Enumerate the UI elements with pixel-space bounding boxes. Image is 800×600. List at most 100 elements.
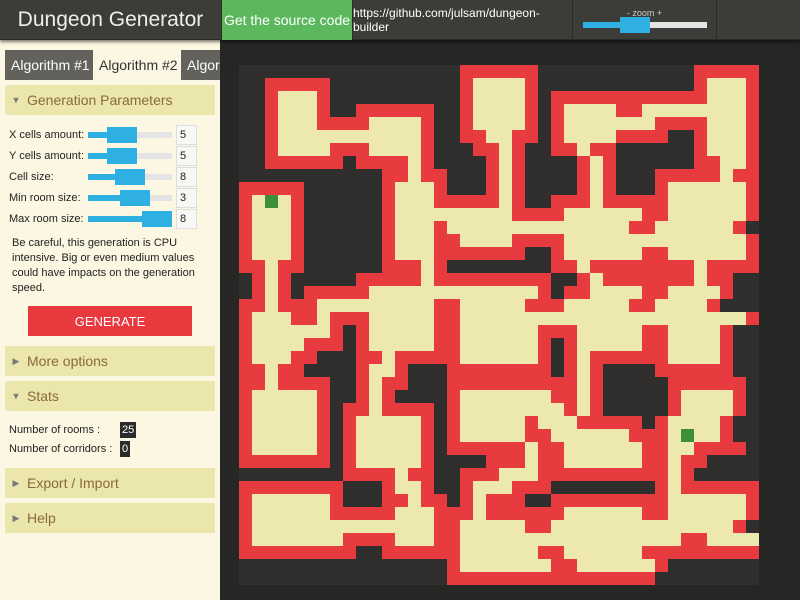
wall-tile: [642, 208, 668, 221]
tab-algorithm-3[interactable]: Algorithm #3: [181, 50, 220, 80]
wall-tile: [720, 416, 733, 429]
wall-tile: [239, 416, 252, 429]
floor-tile: [252, 494, 330, 507]
floor-tile: [655, 299, 707, 312]
caret-down-icon: ▼: [11, 95, 21, 105]
wall-tile: [525, 91, 538, 104]
wall-tile: [304, 286, 369, 299]
floor-tile: [499, 143, 512, 156]
map-viewport[interactable]: [220, 40, 800, 600]
tab-algorithm-2[interactable]: Algorithm #2: [93, 50, 180, 80]
help-header[interactable]: ▶ Help: [5, 503, 215, 533]
param-slider-handle[interactable]: [120, 190, 151, 206]
wall-tile: [330, 325, 343, 338]
floor-tile: [668, 468, 681, 481]
param-value-input[interactable]: 5: [176, 125, 197, 145]
zoom-slider[interactable]: [582, 17, 707, 33]
floor-tile: [447, 221, 629, 234]
floor-tile: [590, 156, 603, 169]
wall-tile: [694, 65, 759, 78]
wall-tile: [239, 325, 252, 338]
param-slider-handle[interactable]: [142, 211, 172, 227]
param-slider[interactable]: [88, 169, 172, 185]
wall-tile: [356, 364, 369, 377]
param-value-input[interactable]: 8: [176, 167, 197, 187]
wall-tile: [421, 442, 434, 455]
floor-tile: [473, 104, 525, 117]
export-import-header[interactable]: ▶ Export / Import: [5, 468, 215, 498]
wall-tile: [538, 468, 668, 481]
wall-tile: [642, 286, 668, 299]
floor-tile: [577, 143, 590, 156]
wall-tile: [681, 455, 707, 468]
generate-button[interactable]: GENERATE: [28, 306, 192, 336]
param-value-input[interactable]: 5: [176, 146, 197, 166]
wall-tile: [538, 546, 564, 559]
generation-parameters-header[interactable]: ▼ Generation Parameters: [5, 85, 215, 115]
param-value-input[interactable]: 3: [176, 188, 197, 208]
wall-tile: [317, 442, 330, 455]
wall-tile: [512, 130, 538, 143]
wall-tile: [317, 416, 330, 429]
floor-tile: [668, 429, 681, 442]
param-slider[interactable]: [88, 148, 172, 164]
wall-tile: [551, 390, 577, 403]
wall-tile: [564, 403, 577, 416]
wall-tile: [746, 91, 759, 104]
repo-url-link[interactable]: https://github.com/julsam/dungeon-builde…: [353, 0, 573, 40]
param-slider[interactable]: [88, 190, 172, 206]
marker-tile: [265, 195, 278, 208]
floor-tile: [265, 299, 278, 312]
wall-tile: [265, 104, 278, 117]
wall-tile: [538, 286, 551, 299]
wall-tile: [681, 468, 694, 481]
wall-tile: [265, 91, 278, 104]
wall-tile: [486, 455, 525, 468]
wall-tile: [512, 156, 525, 169]
zoom-slider-handle[interactable]: [620, 17, 651, 33]
param-slider-handle[interactable]: [106, 148, 137, 164]
wall-tile: [525, 520, 551, 533]
param-slider[interactable]: [88, 211, 172, 227]
wall-tile: [356, 338, 369, 351]
wall-tile: [382, 234, 395, 247]
wall-tile: [733, 403, 746, 416]
wall-tile: [551, 104, 564, 117]
wall-tile: [343, 455, 356, 468]
wall-tile: [564, 351, 577, 364]
wall-tile: [603, 195, 668, 208]
param-slider[interactable]: [88, 127, 172, 143]
floor-tile: [421, 273, 434, 286]
tab-algorithm-1[interactable]: Algorithm #1: [5, 50, 93, 80]
wall-tile: [382, 390, 395, 403]
wall-tile: [434, 338, 460, 351]
floor-tile: [252, 195, 265, 208]
more-options-header[interactable]: ▶ More options: [5, 346, 215, 376]
wall-tile: [317, 403, 330, 416]
wall-tile: [460, 117, 473, 130]
stats-header[interactable]: ▼ Stats: [5, 381, 215, 411]
wall-tile: [720, 351, 733, 364]
floor-tile: [707, 117, 746, 130]
sidebar: Algorithm #1 Algorithm #2 Algorithm #3 ▼…: [0, 40, 220, 600]
param-slider-handle[interactable]: [115, 169, 145, 185]
wall-tile: [330, 143, 369, 156]
wall-tile: [382, 546, 460, 559]
param-slider-handle[interactable]: [106, 127, 137, 143]
floor-tile: [252, 533, 343, 546]
floor-tile: [577, 390, 590, 403]
floor-tile: [421, 260, 434, 273]
wall-tile: [239, 390, 252, 403]
wall-tile: [356, 273, 421, 286]
floor-tile: [590, 286, 642, 299]
param-value-input[interactable]: 8: [176, 209, 197, 229]
wall-tile: [265, 156, 343, 169]
wall-tile: [434, 195, 499, 208]
wall-tile: [655, 169, 720, 182]
wall-tile: [746, 182, 759, 195]
wall-tile: [642, 442, 668, 455]
floor-tile: [356, 455, 421, 468]
floor-tile: [590, 169, 603, 182]
source-code-button[interactable]: Get the source code: [222, 0, 353, 40]
wall-tile: [694, 442, 746, 455]
